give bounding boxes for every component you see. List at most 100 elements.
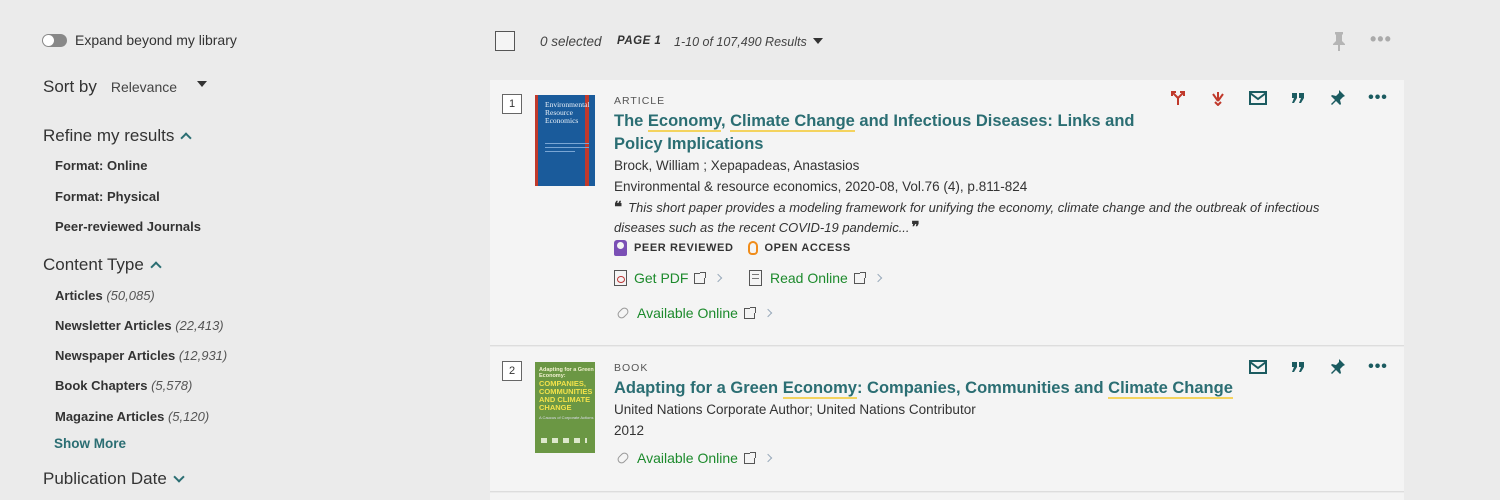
result-authors: United Nations Corporate Author; United … — [614, 402, 976, 417]
publication-date-heading[interactable]: Publication Date — [43, 469, 185, 489]
cover-rule — [545, 147, 589, 148]
title-part: Adapting for a Green — [614, 379, 783, 397]
quote-open-icon: ❝ — [614, 200, 623, 216]
facet-magazine-articles[interactable]: Magazine Articles (5,120) — [55, 409, 209, 424]
link-text: Available Online — [637, 450, 738, 466]
result-year: 2012 — [614, 423, 645, 438]
facet-count: (22,413) — [175, 318, 224, 333]
facet-label: Articles — [55, 288, 103, 303]
result-title[interactable]: Adapting for a Green Economy: Companies,… — [614, 377, 1314, 400]
result-actions: ••• — [1148, 88, 1388, 108]
title-highlight: Economy — [647, 112, 721, 132]
results-range[interactable]: 1-10 of 107,490 Results — [674, 35, 807, 49]
document-icon — [749, 270, 762, 286]
more-options-icon[interactable]: ••• — [1368, 88, 1388, 108]
get-pdf-link[interactable]: Get PDF — [614, 270, 723, 286]
sort-by-row: Sort by Relevance — [43, 77, 208, 97]
citation-trail-icon[interactable] — [1168, 88, 1188, 108]
result-number[interactable]: 2 — [502, 361, 522, 381]
result-item — [490, 493, 1404, 500]
external-link-icon — [853, 271, 866, 284]
select-all-checkbox[interactable] — [495, 31, 515, 51]
pub-date-title-text: Publication Date — [43, 469, 167, 488]
caret-down-icon[interactable] — [197, 81, 208, 87]
cover-title: Environmental Resource Economics — [545, 101, 590, 125]
result-item: 1 Environmental Resource Economics ARTIC… — [490, 80, 1404, 346]
caret-down-icon[interactable] — [813, 38, 823, 44]
show-more-link[interactable]: Show More — [54, 436, 126, 451]
snippet-text: This short paper provides a modeling fra… — [614, 200, 1320, 235]
content-type-heading[interactable]: Content Type — [43, 255, 162, 275]
more-options-icon[interactable]: ••• — [1368, 357, 1388, 377]
toggle-switch[interactable] — [42, 33, 67, 47]
facet-format-physical[interactable]: Format: Physical — [55, 189, 160, 204]
facet-newspaper-articles[interactable]: Newspaper Articles (12,931) — [55, 348, 227, 363]
refine-results-heading[interactable]: Refine my results — [43, 126, 192, 146]
chevron-down-icon[interactable] — [173, 471, 185, 483]
facet-articles[interactable]: Articles (50,085) — [55, 288, 155, 303]
link-text: Available Online — [637, 305, 738, 321]
pin-icon[interactable] — [1328, 357, 1348, 377]
book-cover-thumbnail[interactable]: Environmental Resource Economics — [535, 95, 595, 186]
result-badges: PEER REVIEWED OPEN ACCESS — [614, 240, 865, 256]
external-link-icon — [743, 306, 756, 319]
badge-text: OPEN ACCESS — [764, 242, 851, 254]
facet-format-online[interactable]: Format: Online — [55, 158, 147, 173]
link-text: Get PDF — [634, 270, 689, 286]
content-type-title-text: Content Type — [43, 255, 144, 274]
read-online-link[interactable]: Read Online — [749, 270, 883, 286]
pin-icon[interactable] — [1332, 31, 1346, 56]
result-actions: ••• — [1228, 357, 1388, 377]
page-indicator: PAGE 1 — [617, 35, 662, 47]
cover-logos — [541, 438, 587, 443]
result-number[interactable]: 1 — [502, 94, 522, 114]
expand-beyond-library-toggle[interactable]: Expand beyond my library — [42, 32, 237, 48]
facet-newsletter-articles[interactable]: Newsletter Articles (22,413) — [55, 318, 224, 333]
cover-line: CHANGE — [539, 403, 572, 412]
chevron-right-icon — [873, 273, 883, 283]
facets-sidebar: Expand beyond my library Sort by Relevan… — [0, 0, 480, 500]
available-online-link[interactable]: Available Online — [615, 305, 773, 321]
facet-peer-reviewed[interactable]: Peer-reviewed Journals — [55, 219, 201, 234]
chevron-up-icon[interactable] — [180, 132, 192, 144]
link-icon — [615, 450, 631, 466]
title-part: , — [720, 112, 731, 130]
facet-count: (12,931) — [178, 348, 228, 363]
title-highlight: Climate Change — [1108, 379, 1233, 399]
result-title[interactable]: The Economy, Climate Change and Infectio… — [614, 110, 1174, 156]
cited-by-icon[interactable] — [1208, 88, 1228, 108]
link-icon — [615, 305, 631, 321]
email-icon[interactable] — [1248, 357, 1268, 377]
title-highlight: Economy — [782, 379, 857, 399]
chevron-right-icon — [714, 273, 723, 283]
cover-line: Economics — [545, 116, 579, 125]
citation-icon[interactable] — [1288, 88, 1308, 108]
cover-rule — [545, 143, 589, 144]
cover-rule — [545, 151, 575, 152]
title-part: : Companies, Communities and — [856, 379, 1109, 397]
facet-label: Magazine Articles — [55, 409, 165, 424]
selected-count: 0 selected — [540, 34, 602, 49]
email-icon[interactable] — [1248, 88, 1268, 108]
facet-label: Book Chapters — [55, 378, 148, 393]
available-online-link[interactable]: Available Online — [615, 450, 773, 466]
pin-icon[interactable] — [1328, 88, 1348, 108]
peer-reviewed-icon — [614, 240, 627, 256]
peer-reviewed-badge: PEER REVIEWED — [614, 240, 734, 256]
book-cover-thumbnail[interactable]: Adapting for a Green Economy: COMPANIES,… — [535, 362, 595, 453]
title-part: The — [614, 112, 648, 130]
result-source: Environmental & resource economics, 2020… — [614, 179, 1028, 194]
facet-book-chapters[interactable]: Book Chapters (5,578) — [55, 378, 192, 393]
external-link-icon — [743, 451, 756, 464]
expand-label: Expand beyond my library — [75, 32, 237, 48]
result-authors: Brock, William ; Xepapadeas, Anastasios — [614, 158, 860, 173]
sort-by-label: Sort by — [43, 77, 97, 96]
more-options-icon[interactable]: ••• — [1370, 30, 1392, 48]
result-snippet: ❝ This short paper provides a modeling fr… — [614, 198, 1324, 238]
chevron-right-icon — [763, 453, 773, 463]
facet-count: (5,120) — [167, 409, 210, 424]
citation-icon[interactable] — [1288, 357, 1308, 377]
sort-select[interactable]: Relevance — [111, 79, 177, 95]
chevron-up-icon[interactable] — [150, 261, 162, 273]
open-access-badge: OPEN ACCESS — [747, 241, 851, 255]
